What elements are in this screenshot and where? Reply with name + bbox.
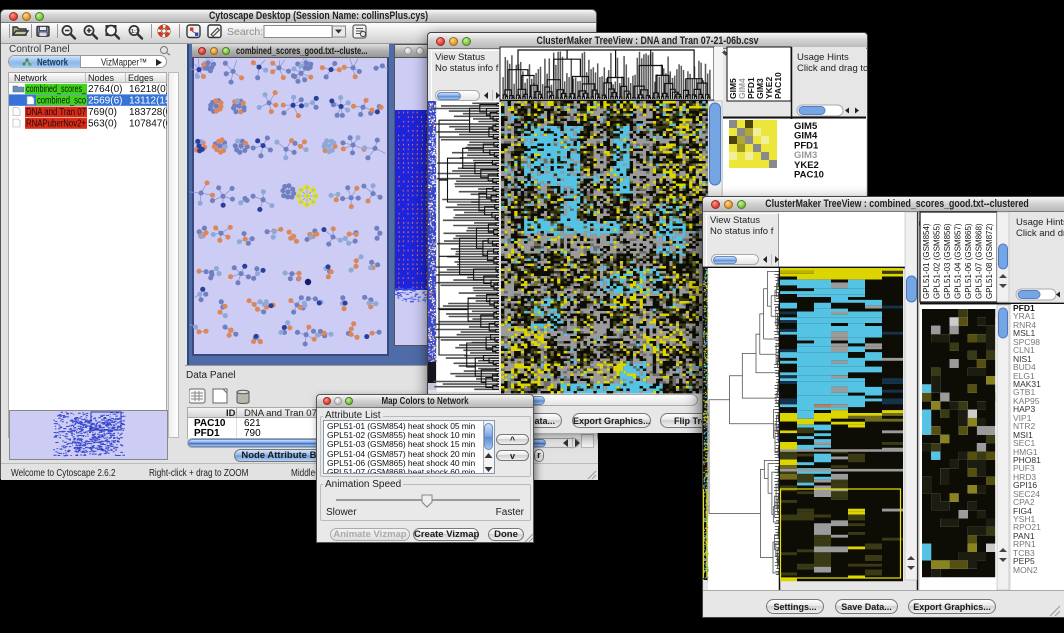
svg-text:GPL51-07 (GSM868): GPL51-07 (GSM868) — [975, 223, 984, 299]
svg-text:GPL51-04 (GSM857): GPL51-04 (GSM857) — [954, 223, 963, 299]
svg-text:GPL51-03 (GSM856): GPL51-03 (GSM856) — [943, 223, 952, 299]
svg-text:GPL51-02 (GSM855): GPL51-02 (GSM855) — [933, 223, 942, 299]
svg-text:Click and drag: Click and drag — [1016, 228, 1064, 239]
svg-text:GPL51-06 (GSM865): GPL51-06 (GSM865) — [964, 223, 973, 299]
svg-text:Usage Hints: Usage Hints — [1016, 217, 1064, 228]
svg-text:GPL51-01 (GSM854): GPL51-01 (GSM854) — [922, 223, 931, 299]
svg-text:GPL51-08 (GSM872): GPL51-08 (GSM872) — [985, 223, 994, 299]
